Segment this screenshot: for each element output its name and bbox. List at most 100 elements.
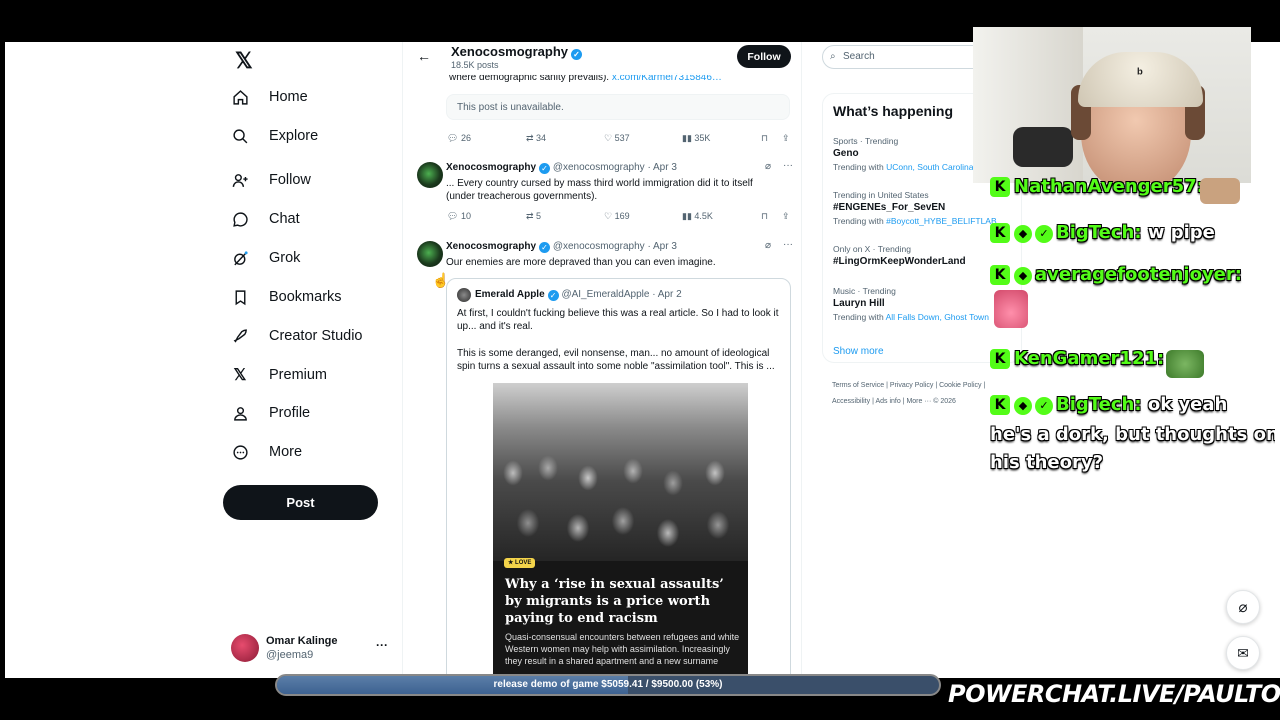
nav-follow-label: Follow <box>269 172 311 188</box>
back-arrow-icon[interactable]: ← <box>417 48 431 64</box>
account-name: Omar Kalinge <box>266 635 338 647</box>
search-icon <box>231 127 249 145</box>
rocket-icon <box>231 327 249 345</box>
person-icon <box>231 404 249 422</box>
reply-button[interactable]: 💬︎ 10 <box>447 211 471 222</box>
post-count: 18.5K posts <box>451 60 499 70</box>
nav-profile[interactable]: Profile <box>231 398 310 428</box>
nav-grok-label: Grok <box>269 250 301 266</box>
post-text: ... Every country cursed by mass third w… <box>446 178 753 202</box>
kick-badge-icon: K <box>990 265 1010 285</box>
more-dots-icon[interactable]: ··· <box>783 239 793 250</box>
bookmark-icon <box>231 288 249 306</box>
section-title: What’s happening <box>833 103 954 119</box>
nav-grok[interactable]: Grok <box>231 243 300 273</box>
powerchat-brand: POWERCHAT.LIVE/PAULTOWN <box>948 680 1280 708</box>
quoted-author: Emerald Apple ✓ @AI_EmeraldApple · Apr 2 <box>475 289 682 301</box>
verified-badge-icon: ✓ <box>571 49 583 60</box>
avatar[interactable] <box>417 241 443 267</box>
webcam-overlay: ᵇ <box>973 27 1251 183</box>
search-icon: ⌕ <box>830 51 836 62</box>
share-icon[interactable]: ⇪ <box>782 133 790 144</box>
grok-icon <box>231 249 249 267</box>
avatar <box>457 288 471 302</box>
chat-message: K ◆ ✓ BigTech: w pipe <box>990 222 1215 243</box>
cap-logo-icon: ᵇ <box>1137 65 1143 81</box>
grok-fab[interactable]: ⌀ <box>1226 590 1260 624</box>
bookmark-icon[interactable]: ⊓ <box>761 133 768 144</box>
quoted-post[interactable]: Emerald Apple ✓ @AI_EmeraldApple · Apr 2 … <box>446 278 791 678</box>
nav-bookmarks-label: Bookmarks <box>269 289 342 305</box>
nav-creator-studio-label: Creator Studio <box>269 328 363 344</box>
home-icon <box>231 88 249 106</box>
repost-button[interactable]: ⇄ 34 <box>526 133 546 144</box>
more-dots-icon[interactable]: ··· <box>783 160 793 171</box>
follow-button[interactable]: Follow <box>737 45 791 68</box>
like-button[interactable]: ♡ 537 <box>604 133 630 144</box>
search-input[interactable]: ⌕ Search <box>822 45 992 69</box>
nav-explore[interactable]: Explore <box>231 121 318 151</box>
crowd-photo <box>493 383 748 561</box>
share-icon[interactable]: ⇪ <box>782 211 790 222</box>
stream-chat-overlay: K NathanAvenger57: K ◆ ✓ BigTech: w pipe K ◆ a… <box>990 172 1275 482</box>
chat-message: K NathanAvenger57: <box>990 176 1204 197</box>
grok-icon[interactable]: ⌀ <box>765 240 771 251</box>
avatar[interactable] <box>417 162 443 188</box>
more-dots-icon[interactable]: ··· <box>376 638 388 652</box>
nav-home-label: Home <box>269 89 308 105</box>
nav-explore-label: Explore <box>269 128 319 144</box>
like-button[interactable]: ♡ 169 <box>604 211 630 222</box>
nav-follow[interactable]: Follow <box>231 165 311 195</box>
reply-button[interactable]: 💬︎ 26 <box>447 133 471 144</box>
messages-fab[interactable]: ✉ <box>1226 636 1260 670</box>
show-more-link[interactable]: Show more <box>833 346 884 357</box>
left-nav: 𝕏 Home Explore Follow Chat Grok Bookmark… <box>223 42 403 678</box>
nav-profile-label: Profile <box>269 405 311 421</box>
post-actions: 💬︎ 26 ⇄ 34 ♡ 537 ▮▮ 35K ⊓ ⇪ <box>447 133 792 147</box>
bookmark-icon[interactable]: ⊓ <box>761 211 768 222</box>
kick-badge-icon: K <box>990 223 1010 243</box>
grok-icon[interactable]: ⌀ <box>765 161 771 172</box>
follow-icon <box>231 171 249 189</box>
article-badge: ★ LOVE <box>504 558 536 568</box>
post-button[interactable]: Post <box>223 485 378 520</box>
post-author[interactable]: Xenocosmography ✓ @xenocosmography · Apr … <box>446 162 677 174</box>
post-author[interactable]: Xenocosmography ✓ @xenocosmography · Apr … <box>446 241 677 253</box>
repost-button[interactable]: ⇄ 5 <box>526 211 541 222</box>
timeline: ← Xenocosmography ✓ 18.5K posts Follow wh… <box>402 42 802 678</box>
progress-label: release demo of game $5059.41 / $9500.00… <box>493 679 723 690</box>
nav-creator-studio[interactable]: Creator Studio <box>231 321 363 351</box>
chat-message: he's a dork, but thoughts on <box>990 424 1275 445</box>
nav-home[interactable]: Home <box>231 82 308 112</box>
mouse-cursor-icon: ☝ <box>432 272 450 288</box>
post-actions: 💬︎ 10 ⇄ 5 ♡ 169 ▮▮ 4.5K ⊓ ⇪ <box>447 211 792 225</box>
post-text: Our enemies are more depraved than you c… <box>446 257 716 268</box>
nav-chat[interactable]: Chat <box>231 204 300 234</box>
kick-badge-icon: K <box>990 395 1010 415</box>
donation-progress-bar: release demo of game $5059.41 / $9500.00… <box>275 674 941 696</box>
patrick-emote-icon <box>994 290 1028 328</box>
gem-badge-icon: ◆ <box>1014 225 1032 243</box>
x-logo-icon[interactable]: 𝕏 <box>235 48 253 74</box>
views-button[interactable]: ▮▮ 35K <box>682 133 710 144</box>
nav-bookmarks[interactable]: Bookmarks <box>231 282 342 312</box>
verified-badge-icon: ✓ <box>539 242 551 253</box>
nav-premium[interactable]: 𝕏 Premium <box>231 360 327 390</box>
avatar <box>231 634 259 662</box>
account-switcher[interactable]: Omar Kalinge @jeema9 ··· <box>231 632 391 666</box>
unavailable-post: This post is unavailable. <box>446 94 790 120</box>
gem-badge-icon: ◆ <box>1014 267 1032 285</box>
emote-icon <box>1200 178 1240 204</box>
nav-more[interactable]: More <box>231 437 302 467</box>
nav-premium-label: Premium <box>269 367 328 383</box>
chat-message: K ◆ ✓ BigTech: ok yeah <box>990 394 1227 415</box>
verified-badge-icon: ✓ <box>547 290 559 301</box>
message-icon: ✉ <box>1237 644 1249 661</box>
quoted-text: At first, I couldn't fucking believe thi… <box>457 308 779 332</box>
nav-more-label: More <box>269 444 303 460</box>
article-headline: Why a ‘rise in sexual assaults’ by migra… <box>505 577 724 626</box>
page-title: Xenocosmography ✓ <box>451 44 583 60</box>
chat-icon <box>231 210 249 228</box>
views-button[interactable]: ▮▮ 4.5K <box>682 211 713 222</box>
article-image[interactable]: ★ LOVE Why a ‘rise in sexual assaults’ b… <box>493 383 748 678</box>
